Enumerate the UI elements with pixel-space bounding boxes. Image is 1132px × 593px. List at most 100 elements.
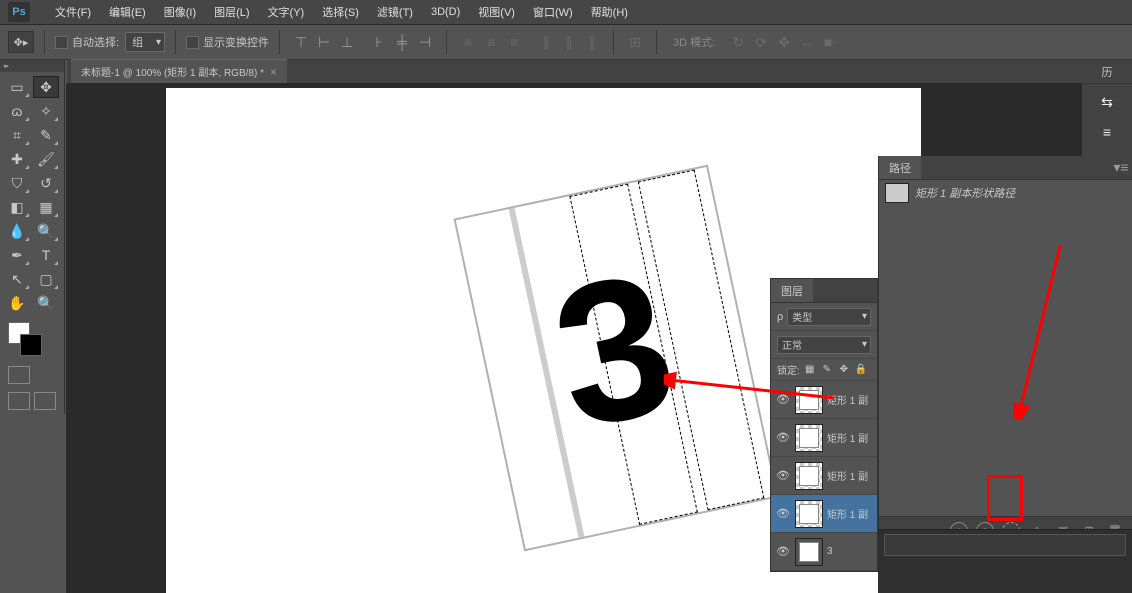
align-bottom-icon[interactable]: ⊥: [336, 32, 358, 52]
rect-frame: 3: [453, 165, 778, 552]
layer-filter-dropdown[interactable]: 类型: [787, 308, 871, 326]
lock-pixels-icon[interactable]: ✎: [820, 363, 834, 377]
lasso-tool[interactable]: ɷ: [4, 100, 30, 122]
layer-item[interactable]: 👁 矩形 1 副: [771, 457, 877, 495]
color-swatches[interactable]: [0, 318, 64, 362]
menu-filter[interactable]: 滤镜(T): [368, 4, 422, 20]
close-tab-icon[interactable]: ×: [270, 65, 277, 79]
layer-name-label: 矩形 1 副: [827, 468, 868, 483]
quickmask-standard-icon[interactable]: [8, 366, 30, 384]
blend-mode-dropdown[interactable]: 正常: [777, 336, 871, 354]
crop-tool[interactable]: ⌗: [4, 124, 30, 146]
menu-bar: Ps 文件(F) 编辑(E) 图像(I) 图层(L) 文字(Y) 选择(S) 滤…: [0, 0, 1132, 25]
3d-zoom-icon: ■·: [819, 32, 841, 52]
menu-file[interactable]: 文件(F): [46, 4, 100, 20]
layer-name-label: 3: [827, 546, 833, 557]
shape-layer-thumbnail: [795, 500, 823, 528]
brush-tool[interactable]: 🖌: [33, 148, 59, 170]
options-bar: ✥▸ 自动选择: 组 显示变换控件 ⊤ ⊢ ⊥ ⊦ ╪ ⊣ ≡ ≡ ≡ ∥ ∥ …: [0, 25, 1132, 60]
hand-tool[interactable]: ✋: [4, 292, 30, 314]
align-right-icon[interactable]: ⊣: [414, 32, 436, 52]
shape-tool[interactable]: ▢: [33, 268, 59, 290]
3d-roll-icon: ⟳: [750, 32, 772, 52]
lock-all-icon[interactable]: 🔒: [854, 363, 868, 377]
move-tool-preset-icon[interactable]: ✥▸: [8, 31, 34, 53]
shape-layer-thumbnail: [795, 386, 823, 414]
layers-list: 👁矩形 1 副👁矩形 1 副👁矩形 1 副👁矩形 1 副👁T3: [771, 381, 877, 571]
background-color-swatch[interactable]: [20, 334, 42, 356]
align-left-icon[interactable]: ⊦: [368, 32, 390, 52]
path-thumbnail: [885, 183, 909, 203]
paths-body: [879, 206, 1132, 516]
menu-view[interactable]: 视图(V): [469, 4, 524, 20]
layer-visibility-icon[interactable]: 👁: [775, 430, 791, 446]
distribute-group: ≡ ≡ ≡ ∥ ∥ ∥: [457, 32, 603, 52]
menu-edit[interactable]: 编辑(E): [100, 4, 155, 20]
menu-help[interactable]: 帮助(H): [582, 4, 637, 20]
adjust-icon[interactable]: ⇆: [1095, 90, 1119, 114]
tools-collapse-handle[interactable]: [0, 60, 64, 72]
document-tab-bar: 未标题-1 @ 100% (矩形 1 副本, RGB/8) * ×: [67, 60, 1132, 84]
screenmode-icon[interactable]: [8, 392, 30, 410]
path-item[interactable]: 矩形 1 副本形状路径: [879, 180, 1132, 206]
auto-select-target-dropdown[interactable]: 组: [125, 32, 165, 52]
history-brush-tool[interactable]: ↺: [33, 172, 59, 194]
path-name-label: 矩形 1 副本形状路径: [915, 185, 1015, 201]
menu-window[interactable]: 窗口(W): [524, 4, 582, 20]
history-mini-tab[interactable]: 历: [1082, 60, 1132, 84]
show-transform-checkbox[interactable]: 显示变换控件: [186, 34, 269, 50]
move-tool[interactable]: ✥: [33, 76, 59, 98]
lock-transparency-icon[interactable]: ▦: [803, 363, 817, 377]
document-tab-title: 未标题-1 @ 100% (矩形 1 副本, RGB/8) *: [81, 64, 264, 79]
layer-item[interactable]: 👁T3: [771, 533, 877, 571]
dodge-tool[interactable]: 🔍: [33, 220, 59, 242]
layer-item[interactable]: 👁矩形 1 副: [771, 381, 877, 419]
document-tab[interactable]: 未标题-1 @ 100% (矩形 1 副本, RGB/8) * ×: [71, 59, 287, 83]
lock-row: 锁定: ▦ ✎ ✥ 🔒: [771, 359, 877, 381]
align-group: ⊤ ⊢ ⊥ ⊦ ╪ ⊣: [290, 32, 436, 52]
layer-visibility-icon[interactable]: 👁: [775, 544, 791, 560]
app-logo-icon: Ps: [8, 2, 30, 22]
zoom-tool[interactable]: 🔍: [33, 292, 59, 314]
layer-item[interactable]: 👁 矩形 1 副: [771, 495, 877, 533]
align-vcenter-icon[interactable]: ⊢: [313, 32, 335, 52]
type-tool[interactable]: T: [33, 244, 59, 266]
layer-visibility-icon[interactable]: 👁: [775, 468, 791, 484]
magic-wand-tool[interactable]: ✧: [33, 100, 59, 122]
layers-panel: 图层 ρ 类型 正常 锁定: ▦ ✎ ✥ 🔒 👁矩形 1 副👁矩形 1 副👁矩形…: [770, 278, 878, 572]
marquee-tool[interactable]: ▭: [4, 76, 30, 98]
pen-tool[interactable]: ✒: [4, 244, 30, 266]
menu-select[interactable]: 选择(S): [313, 4, 368, 20]
layer-name-label: 矩形 1 副: [827, 506, 868, 521]
align-top-icon[interactable]: ⊤: [290, 32, 312, 52]
layer-visibility-icon[interactable]: 👁: [775, 506, 791, 522]
screenmode-alt-icon[interactable]: [34, 392, 56, 410]
healing-brush-tool[interactable]: ✚: [4, 148, 30, 170]
layer-item[interactable]: 👁矩形 1 副: [771, 419, 877, 457]
path-select-tool[interactable]: ↖: [4, 268, 30, 290]
auto-select-label: 自动选择:: [72, 34, 119, 50]
eyedropper-tool[interactable]: ✎: [33, 124, 59, 146]
gradient-tool[interactable]: ▦: [33, 196, 59, 218]
layer-visibility-icon[interactable]: 👁: [775, 392, 791, 408]
eraser-tool[interactable]: ◧: [4, 196, 30, 218]
menu-type[interactable]: 文字(Y): [259, 4, 314, 20]
lock-position-icon[interactable]: ✥: [837, 363, 851, 377]
menu-image[interactable]: 图像(I): [155, 4, 205, 20]
shape-layer-thumbnail: [795, 462, 823, 490]
menu-layer[interactable]: 图层(L): [205, 4, 258, 20]
3d-mode-group: ↻ ⟳ ✥ ↔ ■·: [727, 32, 841, 52]
auto-select-checkbox[interactable]: 自动选择:: [55, 34, 119, 50]
tools-panel: ▭ ✥ ɷ ✧ ⌗ ✎ ✚ 🖌 ⛉ ↺ ◧ ▦ 💧 🔍 ✒ T ↖ ▢ ✋ 🔍: [0, 60, 65, 414]
distribute-vcenter-icon: ≡: [480, 32, 502, 52]
menu-3d[interactable]: 3D(D): [422, 6, 469, 18]
layers-panel-tab[interactable]: 图层: [771, 279, 813, 302]
align-hcenter-icon[interactable]: ╪: [391, 32, 413, 52]
layers-mini-icon[interactable]: ≡: [1095, 120, 1119, 144]
timeline-collapsed: [878, 529, 1132, 593]
paths-panel-tab[interactable]: 路径: [879, 156, 921, 179]
show-transform-label: 显示变换控件: [203, 34, 269, 50]
panel-menu-icon[interactable]: ▾≡: [1110, 158, 1132, 178]
clone-stamp-tool[interactable]: ⛉: [4, 172, 30, 194]
blur-tool[interactable]: 💧: [4, 220, 30, 242]
